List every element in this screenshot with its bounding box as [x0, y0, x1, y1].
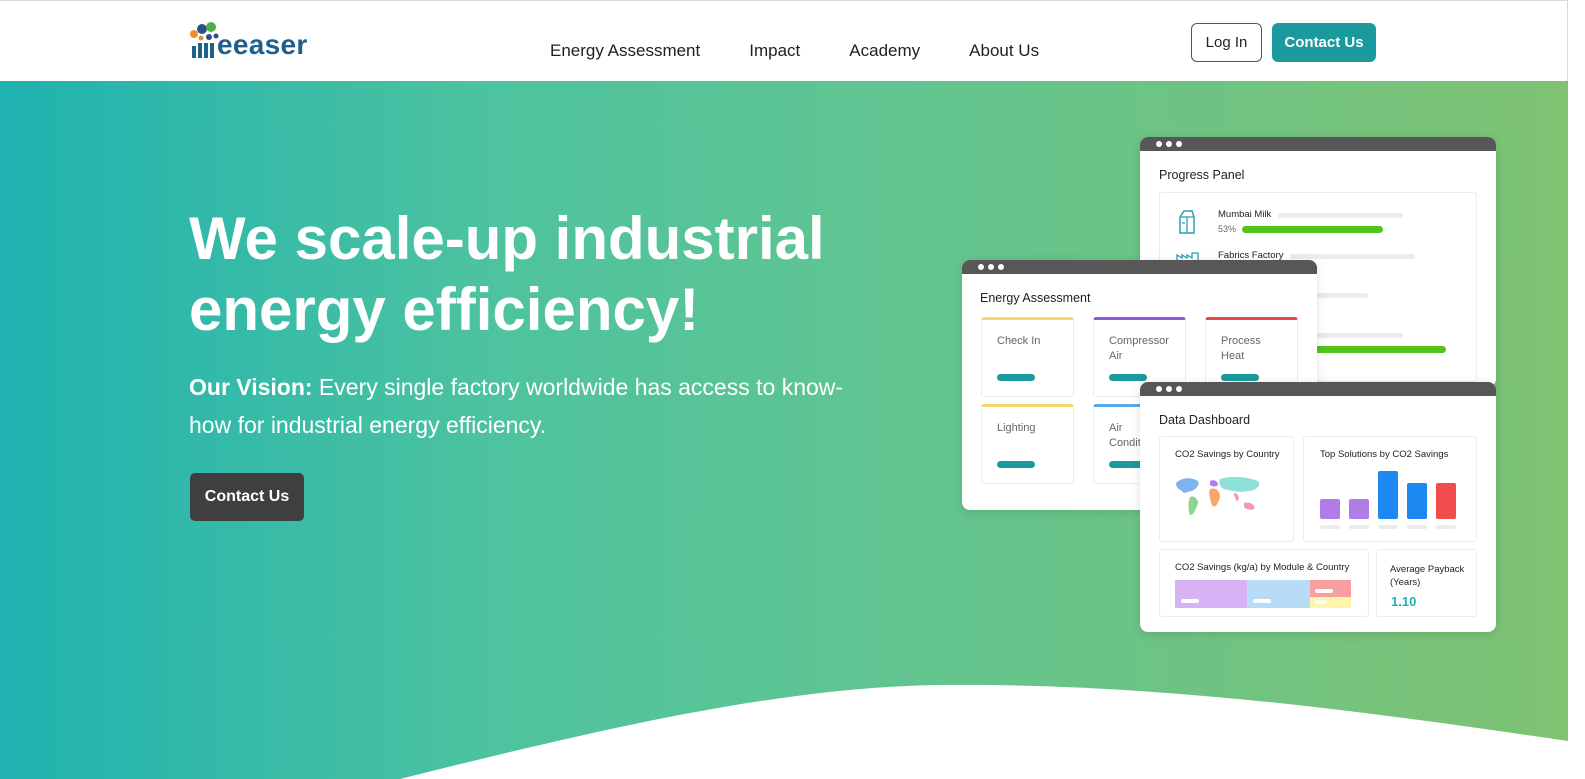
nav-item-academy[interactable]: Academy — [849, 41, 920, 61]
top-solution-bar — [1436, 483, 1456, 519]
hero-contact-button[interactable]: Contact Us — [190, 473, 304, 521]
progress-track — [1278, 213, 1403, 218]
window-titlebar — [1140, 382, 1496, 396]
top-solution-bar — [1407, 483, 1427, 519]
data-dashboard-window: Data Dashboard CO2 Savings by Country To… — [1140, 382, 1496, 632]
stacked-segment — [1175, 580, 1247, 608]
module-label: Check In — [997, 335, 1041, 347]
top-solution-tick — [1349, 525, 1369, 529]
hero-vision: Our Vision: Every single factory worldwi… — [189, 368, 849, 444]
top-solution-tick — [1378, 525, 1398, 529]
stacked-segment — [1310, 580, 1351, 597]
module-country-title: CO2 Savings (kg/a) by Module & Country — [1175, 562, 1350, 573]
module-card-check-in[interactable]: Check In — [981, 317, 1074, 397]
window-titlebar — [1140, 137, 1496, 151]
stacked-segment — [1310, 597, 1351, 608]
top-solutions-bars — [1320, 467, 1465, 533]
brand-name: eeaser — [217, 29, 308, 60]
co2-by-country-title: CO2 Savings by Country — [1175, 449, 1280, 460]
world-map-icon — [1174, 475, 1270, 524]
module-status-pill — [997, 461, 1035, 468]
top-solutions-card: Top Solutions by CO2 Savings — [1303, 436, 1477, 542]
site-header: eeaser Energy Assessment Impact Academy … — [0, 0, 1568, 81]
milk-carton-icon — [1176, 209, 1198, 240]
top-solution-tick — [1436, 525, 1456, 529]
progress-track — [1310, 333, 1403, 338]
progress-track — [1310, 293, 1368, 298]
hero-title-line1: We scale-up industrial — [189, 205, 825, 272]
progress-item-name: Mumbai Milk — [1218, 209, 1272, 220]
hero-title-line2: energy efficiency! — [189, 276, 700, 343]
top-solution-bar — [1378, 471, 1398, 519]
module-label: Lighting — [997, 422, 1036, 434]
payback-value: 1.10 — [1391, 594, 1417, 609]
payback-card: Average Payback (Years) 1.10 — [1376, 549, 1477, 617]
nav-item-energy-assessment[interactable]: Energy Assessment — [550, 41, 700, 61]
progress-bar-fill — [1310, 346, 1446, 353]
progress-percent: 53% — [1218, 224, 1237, 234]
payback-title: Average Payback (Years) — [1390, 564, 1465, 588]
progress-bar-fill — [1242, 226, 1383, 233]
top-solution-tick — [1407, 525, 1427, 529]
brand-logo[interactable]: eeaser — [189, 20, 308, 60]
hero-section: We scale-up industrial energy efficiency… — [0, 81, 1568, 779]
stacked-segment — [1247, 580, 1310, 608]
module-label: Process Heat — [1221, 335, 1261, 362]
page: eeaser Energy Assessment Impact Academy … — [0, 0, 1585, 779]
login-button[interactable]: Log In — [1191, 23, 1262, 62]
logo-icon — [189, 22, 221, 60]
progress-track — [1290, 254, 1415, 259]
page-right-edge — [1568, 0, 1585, 779]
co2-by-country-card: CO2 Savings by Country — [1159, 436, 1294, 542]
stacked-bar — [1175, 580, 1351, 608]
stacked-segment-group — [1310, 580, 1351, 608]
top-solution-bar — [1349, 499, 1369, 519]
hero-title: We scale-up industrial energy efficiency… — [189, 203, 889, 345]
module-status-pill — [1109, 374, 1147, 381]
module-card-lighting[interactable]: Lighting — [981, 404, 1074, 484]
nav-item-about-us[interactable]: About Us — [969, 41, 1039, 61]
hero-wave — [400, 684, 1568, 779]
module-status-pill — [1221, 374, 1259, 381]
top-solution-tick — [1320, 525, 1340, 529]
progress-panel-title: Progress Panel — [1159, 168, 1245, 182]
vision-label: Our Vision: — [189, 374, 313, 400]
top-solution-bar — [1320, 499, 1340, 519]
main-nav: Energy Assessment Impact Academy About U… — [550, 41, 1088, 61]
contact-us-button[interactable]: Contact Us — [1272, 23, 1376, 62]
data-dashboard-title: Data Dashboard — [1159, 413, 1251, 427]
energy-assessment-title: Energy Assessment — [980, 291, 1091, 305]
top-solutions-title: Top Solutions by CO2 Savings — [1320, 449, 1449, 460]
module-label: Compressor Air — [1109, 335, 1169, 362]
module-country-card: CO2 Savings (kg/a) by Module & Country — [1159, 549, 1369, 617]
module-status-pill — [997, 374, 1035, 381]
window-titlebar — [962, 260, 1317, 274]
nav-item-impact[interactable]: Impact — [749, 41, 800, 61]
